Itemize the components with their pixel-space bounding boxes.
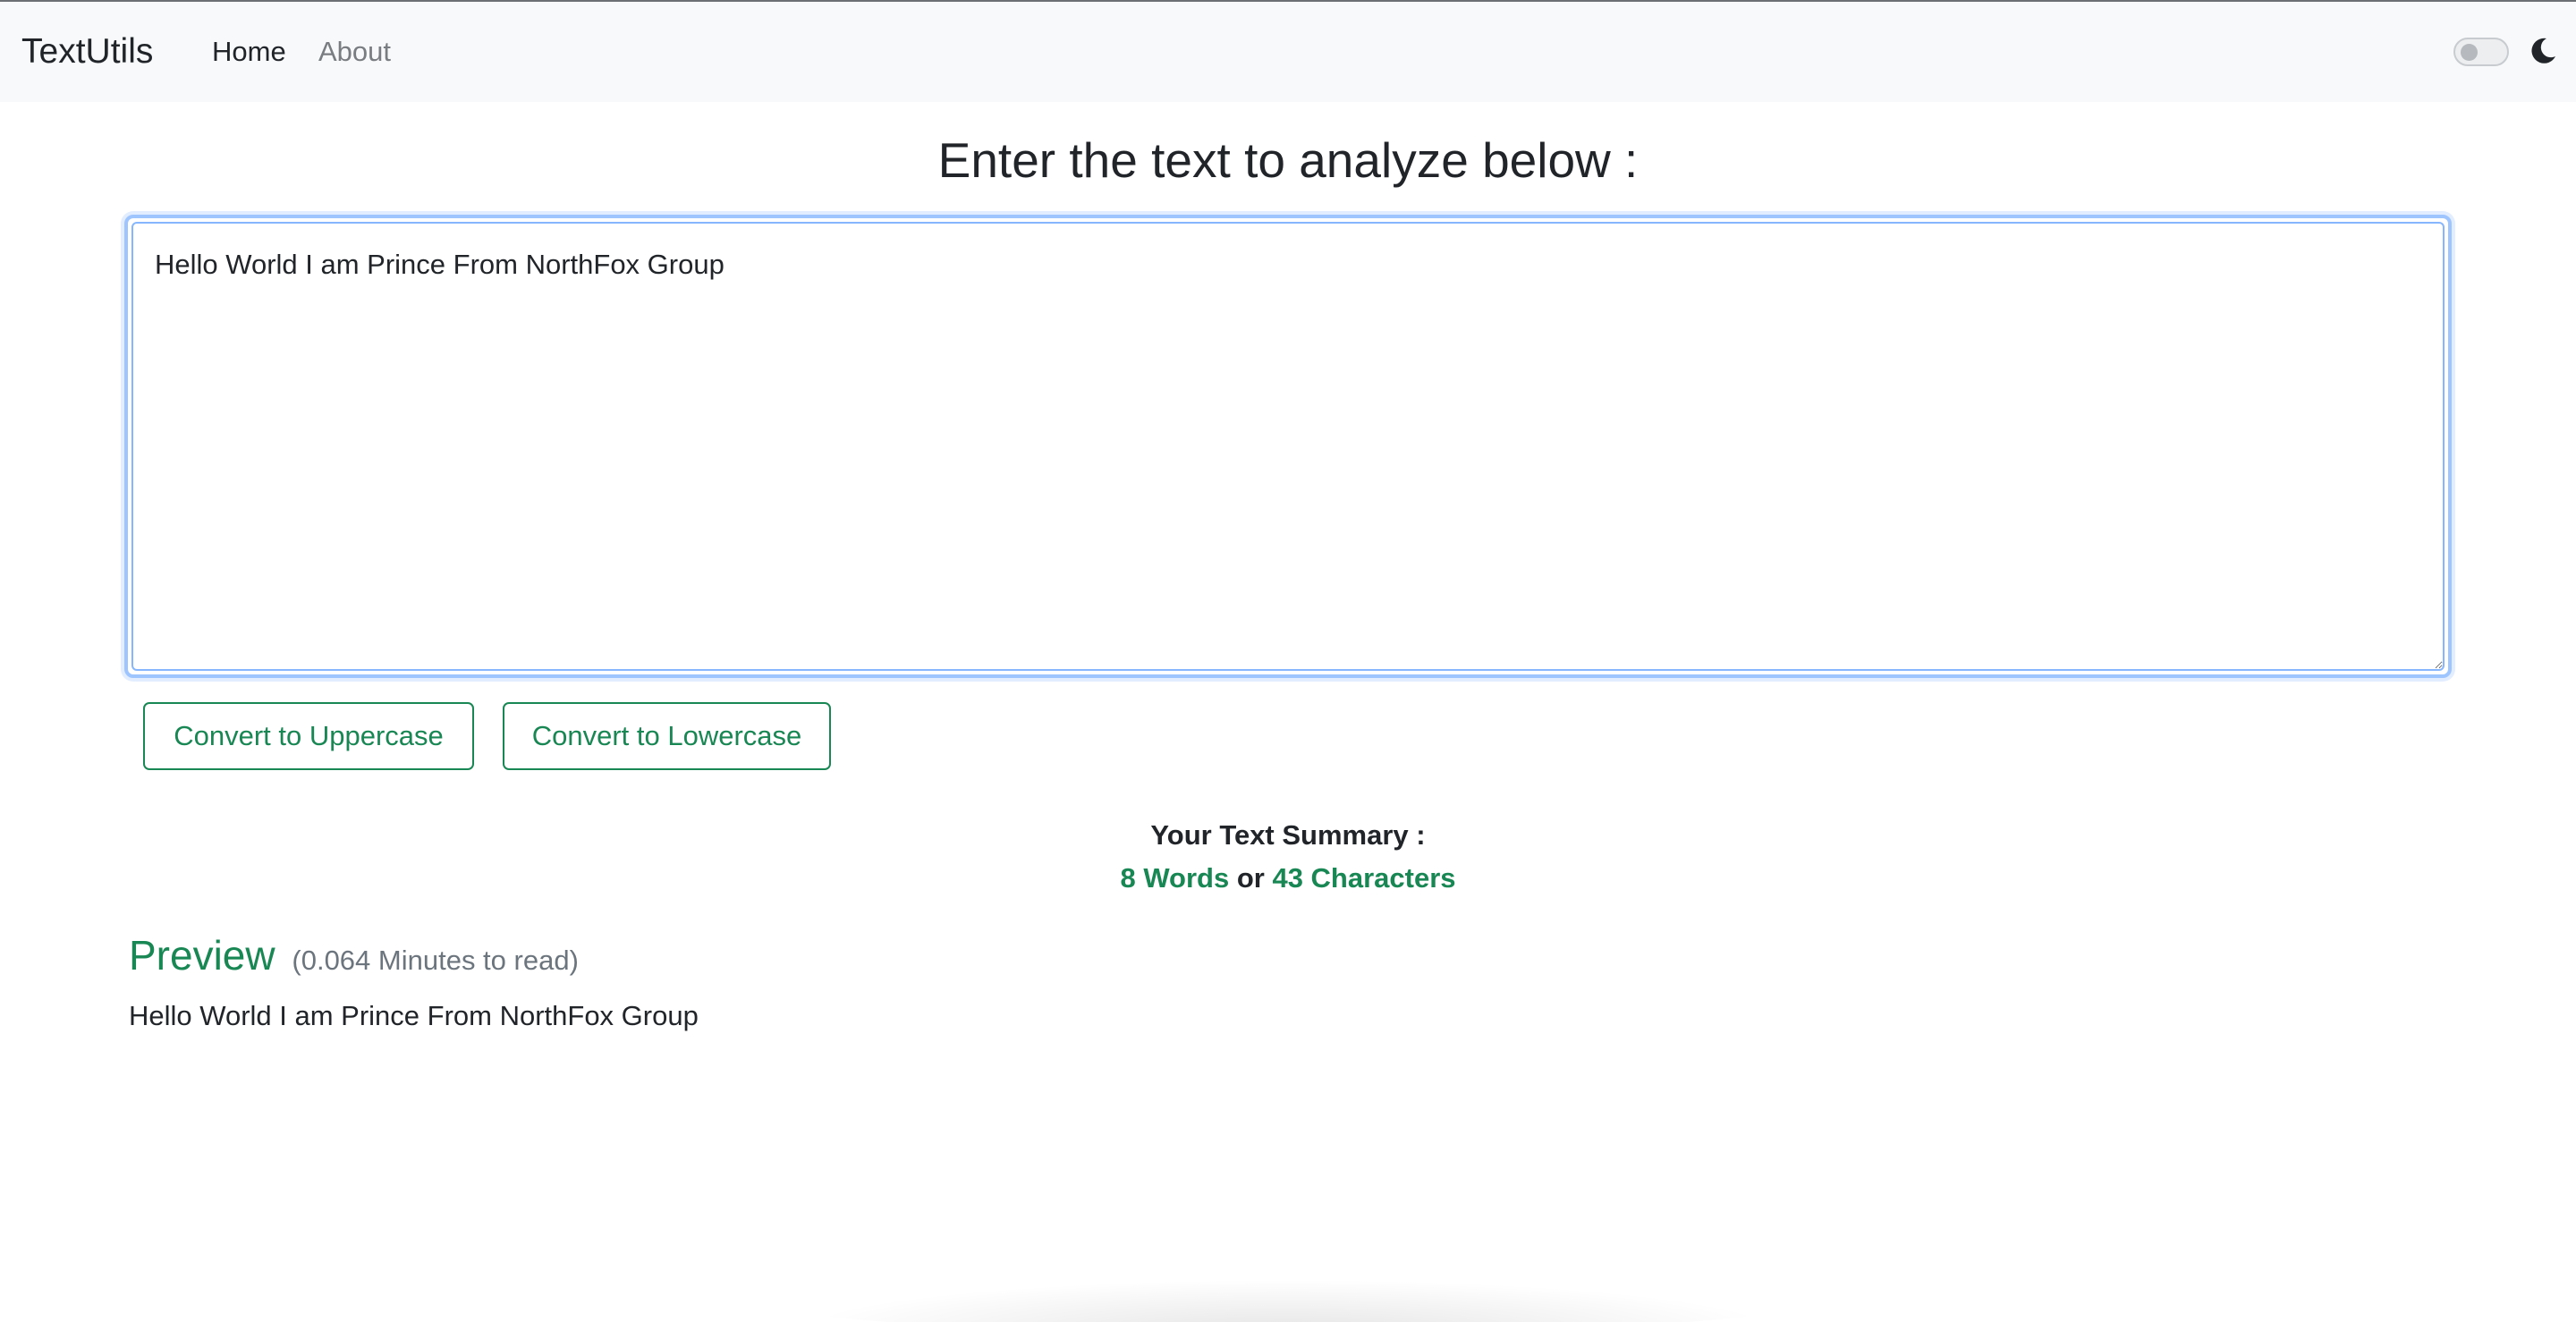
convert-lowercase-button[interactable]: Convert to Lowercase [503,702,831,770]
preview-title: Preview [129,932,275,979]
read-time: (0.064 Minutes to read) [292,945,579,976]
moon-icon [2531,38,2555,64]
text-input-area[interactable]: Hello World I am Prince From NorthFox Gr… [131,222,2445,671]
nav-about-link[interactable]: About [318,32,391,72]
convert-uppercase-button[interactable]: Convert to Uppercase [143,702,474,770]
preview-heading: Preview (0.064 Minutes to read) [129,928,579,987]
nav-home-link[interactable]: Home [212,32,286,72]
summary-separator: or [1236,862,1265,894]
page: TextUtils Home About Enter the text to a… [0,0,2576,1322]
word-count: 8 Words [1120,862,1230,894]
navbar: TextUtils Home About [0,2,2576,102]
summary-line: 8 Words or 43 Characters [0,859,2576,898]
summary-title: Your Text Summary : [1150,819,1426,851]
toggle-knob [2461,44,2478,61]
page-heading: Enter the text to analyze below : [937,132,1639,188]
bottom-shadow [787,1279,1789,1322]
dark-mode-toggle[interactable] [2453,38,2509,66]
preview-text: Hello World I am Prince From NorthFox Gr… [129,1000,699,1031]
character-count: 43 Characters [1272,862,1456,894]
brand-link[interactable]: TextUtils [21,29,153,75]
textarea-focus-ring: Hello World I am Prince From NorthFox Gr… [124,215,2452,678]
